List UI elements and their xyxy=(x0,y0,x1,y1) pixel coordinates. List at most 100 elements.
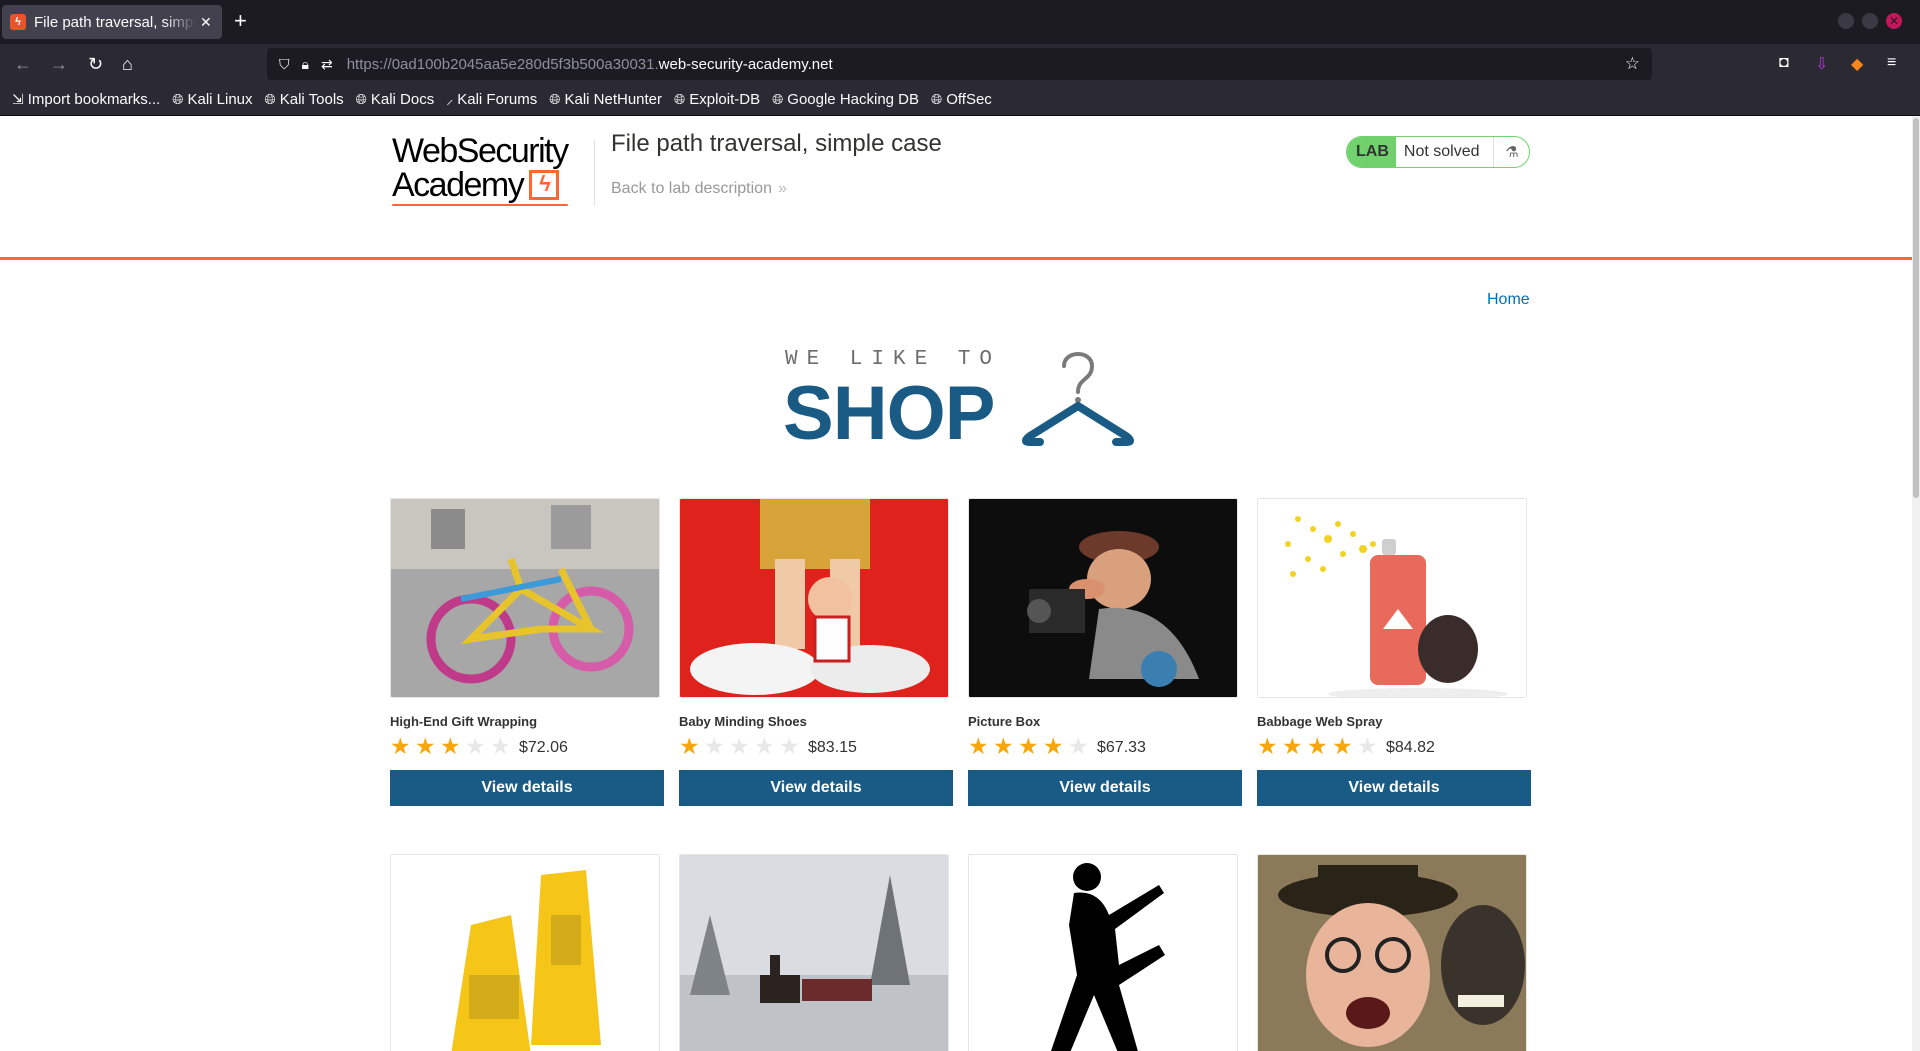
globe-icon: 🌐︎ xyxy=(772,91,784,107)
star-empty-icon: ★ xyxy=(704,733,725,759)
url-domain: web-security-academy.net xyxy=(658,55,833,73)
product-price: $72.06 xyxy=(519,739,568,756)
lab-status-text: Not solved xyxy=(1403,143,1480,160)
banner-tagline: WE LIKE TO xyxy=(785,348,1002,371)
product-image-photographer-figurine xyxy=(968,498,1238,698)
flask-icon[interactable]: ⚗ xyxy=(1493,137,1529,167)
bookmark-offsec[interactable]: 🌐︎ OffSec xyxy=(931,91,992,108)
maximize-window-button[interactable] xyxy=(1862,13,1878,29)
star-rating: ★ ★ ★ ★ ★ xyxy=(390,734,515,758)
header-divider xyxy=(594,140,595,206)
product-image-steam-train-snow xyxy=(679,854,949,1051)
logo-text-line2: Academy xyxy=(392,166,525,204)
back-to-lab-description-link[interactable]: Back to lab description » xyxy=(611,180,787,198)
lightning-bolt-icon: ϟ xyxy=(529,170,560,200)
star-empty-icon: ★ xyxy=(729,733,750,759)
permissions-icon[interactable]: ⇄ xyxy=(321,56,333,73)
bookmark-label: Google Hacking DB xyxy=(787,91,920,108)
double-chevron-right-icon: » xyxy=(777,180,787,197)
browser-nav-bar: ← → ↻ ⌂ ⛉ 🔒︎ ⇄ https://0ad100b2045aa5e28… xyxy=(0,44,1920,84)
view-details-button[interactable]: View details xyxy=(390,770,664,806)
pocket-icon[interactable]: ◘ xyxy=(1779,54,1789,72)
bookmark-label: Kali NetHunter xyxy=(564,91,663,108)
product-image-spray-can xyxy=(1257,498,1527,698)
bookmark-kali-linux[interactable]: 🌐︎ Kali Linux xyxy=(172,91,252,108)
menu-icon[interactable]: ≡ xyxy=(1887,54,1896,72)
page-scrollbar[interactable] xyxy=(1912,116,1920,1051)
extension-fox-icon[interactable]: ◆ xyxy=(1851,54,1863,74)
view-details-button[interactable]: View details xyxy=(679,770,953,806)
bookmark-exploit-db[interactable]: 🌐︎ Exploit-DB xyxy=(674,91,760,108)
product-name: Baby Minding Shoes xyxy=(679,714,807,729)
globe-icon: 🌐︎ xyxy=(549,91,561,107)
star-rating: ★ ★ ★ ★ ★ xyxy=(1257,734,1382,758)
bookmark-google-hacking-db[interactable]: 🌐︎ Google Hacking DB xyxy=(772,91,919,108)
lab-status-widget: LAB Not solved ⚗ xyxy=(1346,136,1531,168)
globe-icon: 🌐︎ xyxy=(355,91,367,107)
star-filled-icon: ★ xyxy=(1257,733,1278,759)
new-tab-button[interactable]: + xyxy=(234,9,247,33)
bookmark-star-icon[interactable]: ☆ xyxy=(1625,54,1640,74)
close-window-button[interactable]: ✕ xyxy=(1886,13,1902,29)
product-name: Picture Box xyxy=(968,714,1041,729)
bookmark-kali-docs[interactable]: 🌐︎ Kali Docs xyxy=(356,91,435,108)
bookmark-import[interactable]: ⇲ Import bookmarks... xyxy=(12,91,160,108)
tab-title: File path traversal, simple case xyxy=(34,13,196,31)
star-empty-icon: ★ xyxy=(1068,733,1089,759)
globe-icon: 🌐︎ xyxy=(172,91,184,107)
star-filled-icon: ★ xyxy=(993,733,1014,759)
minimize-window-button[interactable] xyxy=(1838,13,1854,29)
bookmark-label: Exploit-DB xyxy=(689,91,761,108)
banner-title: SHOP xyxy=(783,371,995,456)
bookmark-label: Kali Tools xyxy=(279,91,344,108)
star-rating: ★ ★ ★ ★ ★ xyxy=(968,734,1093,758)
url-text[interactable]: https://0ad100b2045aa5e280d5f3b500a30031… xyxy=(347,56,833,73)
browser-tab-active[interactable]: ϟ File path traversal, simple case ✕ xyxy=(2,5,222,39)
product-price: $83.15 xyxy=(808,739,857,756)
product-price: $84.82 xyxy=(1386,739,1435,756)
star-empty-icon: ★ xyxy=(1357,733,1378,759)
product-card: Baby Minding Shoes ★ ★ ★ ★ ★ $83.15 View det… xyxy=(679,498,953,806)
portswigger-favicon-icon: ϟ xyxy=(10,14,26,30)
scrollbar-thumb[interactable] xyxy=(1913,118,1919,498)
close-tab-icon[interactable]: ✕ xyxy=(200,14,212,31)
star-filled-icon: ★ xyxy=(1018,733,1039,759)
product-image-caution-signs xyxy=(390,854,660,1051)
bookmark-label: Kali Linux xyxy=(187,91,253,108)
product-name: High-End Gift Wrapping xyxy=(390,714,538,729)
bookmark-label: Import bookmarks... xyxy=(27,91,161,108)
lock-icon[interactable]: 🔒︎ xyxy=(302,56,309,73)
bookmark-label: Kali Docs xyxy=(370,91,435,108)
back-arrow-icon[interactable]: ← xyxy=(14,54,32,74)
downloads-icon[interactable]: ⇩ xyxy=(1815,54,1828,74)
address-bar[interactable]: ⛉ 🔒︎ ⇄ https://0ad100b2045aa5e280d5f3b50… xyxy=(267,48,1652,80)
bookmark-kali-tools[interactable]: 🌐︎ Kali Tools xyxy=(265,91,344,108)
kali-dragon-icon: ⸝ xyxy=(446,91,454,107)
star-filled-icon: ★ xyxy=(968,733,989,759)
bookmark-kali-forums[interactable]: ⸝ Kali Forums xyxy=(446,90,537,109)
bookmark-label: Kali Forums xyxy=(457,91,538,108)
import-icon: ⇲ xyxy=(12,91,24,107)
view-details-button[interactable]: View details xyxy=(1257,770,1531,806)
product-card: Picture Box ★ ★ ★ ★ ★ $67.33 View details xyxy=(968,498,1242,806)
product-image-giant-shoes-doll xyxy=(679,498,949,698)
reload-icon[interactable]: ↻ xyxy=(88,54,103,74)
product-card xyxy=(390,854,664,1051)
star-empty-icon: ★ xyxy=(779,733,800,759)
view-details-button[interactable]: View details xyxy=(968,770,1242,806)
product-price: $67.33 xyxy=(1097,739,1146,756)
bookmark-kali-nethunter[interactable]: 🌐︎ Kali NetHunter xyxy=(549,91,662,108)
home-link[interactable]: Home xyxy=(1487,291,1530,309)
globe-icon: 🌐︎ xyxy=(264,91,276,107)
globe-icon: 🌐︎ xyxy=(674,91,686,107)
product-image-old-man-monkey xyxy=(1257,854,1527,1051)
forward-arrow-icon[interactable]: → xyxy=(50,54,68,74)
web-security-academy-logo[interactable]: WebSecurity Academy ϟ xyxy=(392,134,592,214)
logo-text-line1: WebSecurity xyxy=(392,132,569,170)
product-card: High-End Gift Wrapping ★ ★ ★ ★ ★ $72.06 View… xyxy=(390,498,664,806)
product-card xyxy=(968,854,1242,1051)
star-filled-icon: ★ xyxy=(415,733,436,759)
home-icon[interactable]: ⌂ xyxy=(122,54,133,74)
shield-icon[interactable]: ⛉ xyxy=(279,56,290,73)
star-filled-icon: ★ xyxy=(679,733,700,759)
